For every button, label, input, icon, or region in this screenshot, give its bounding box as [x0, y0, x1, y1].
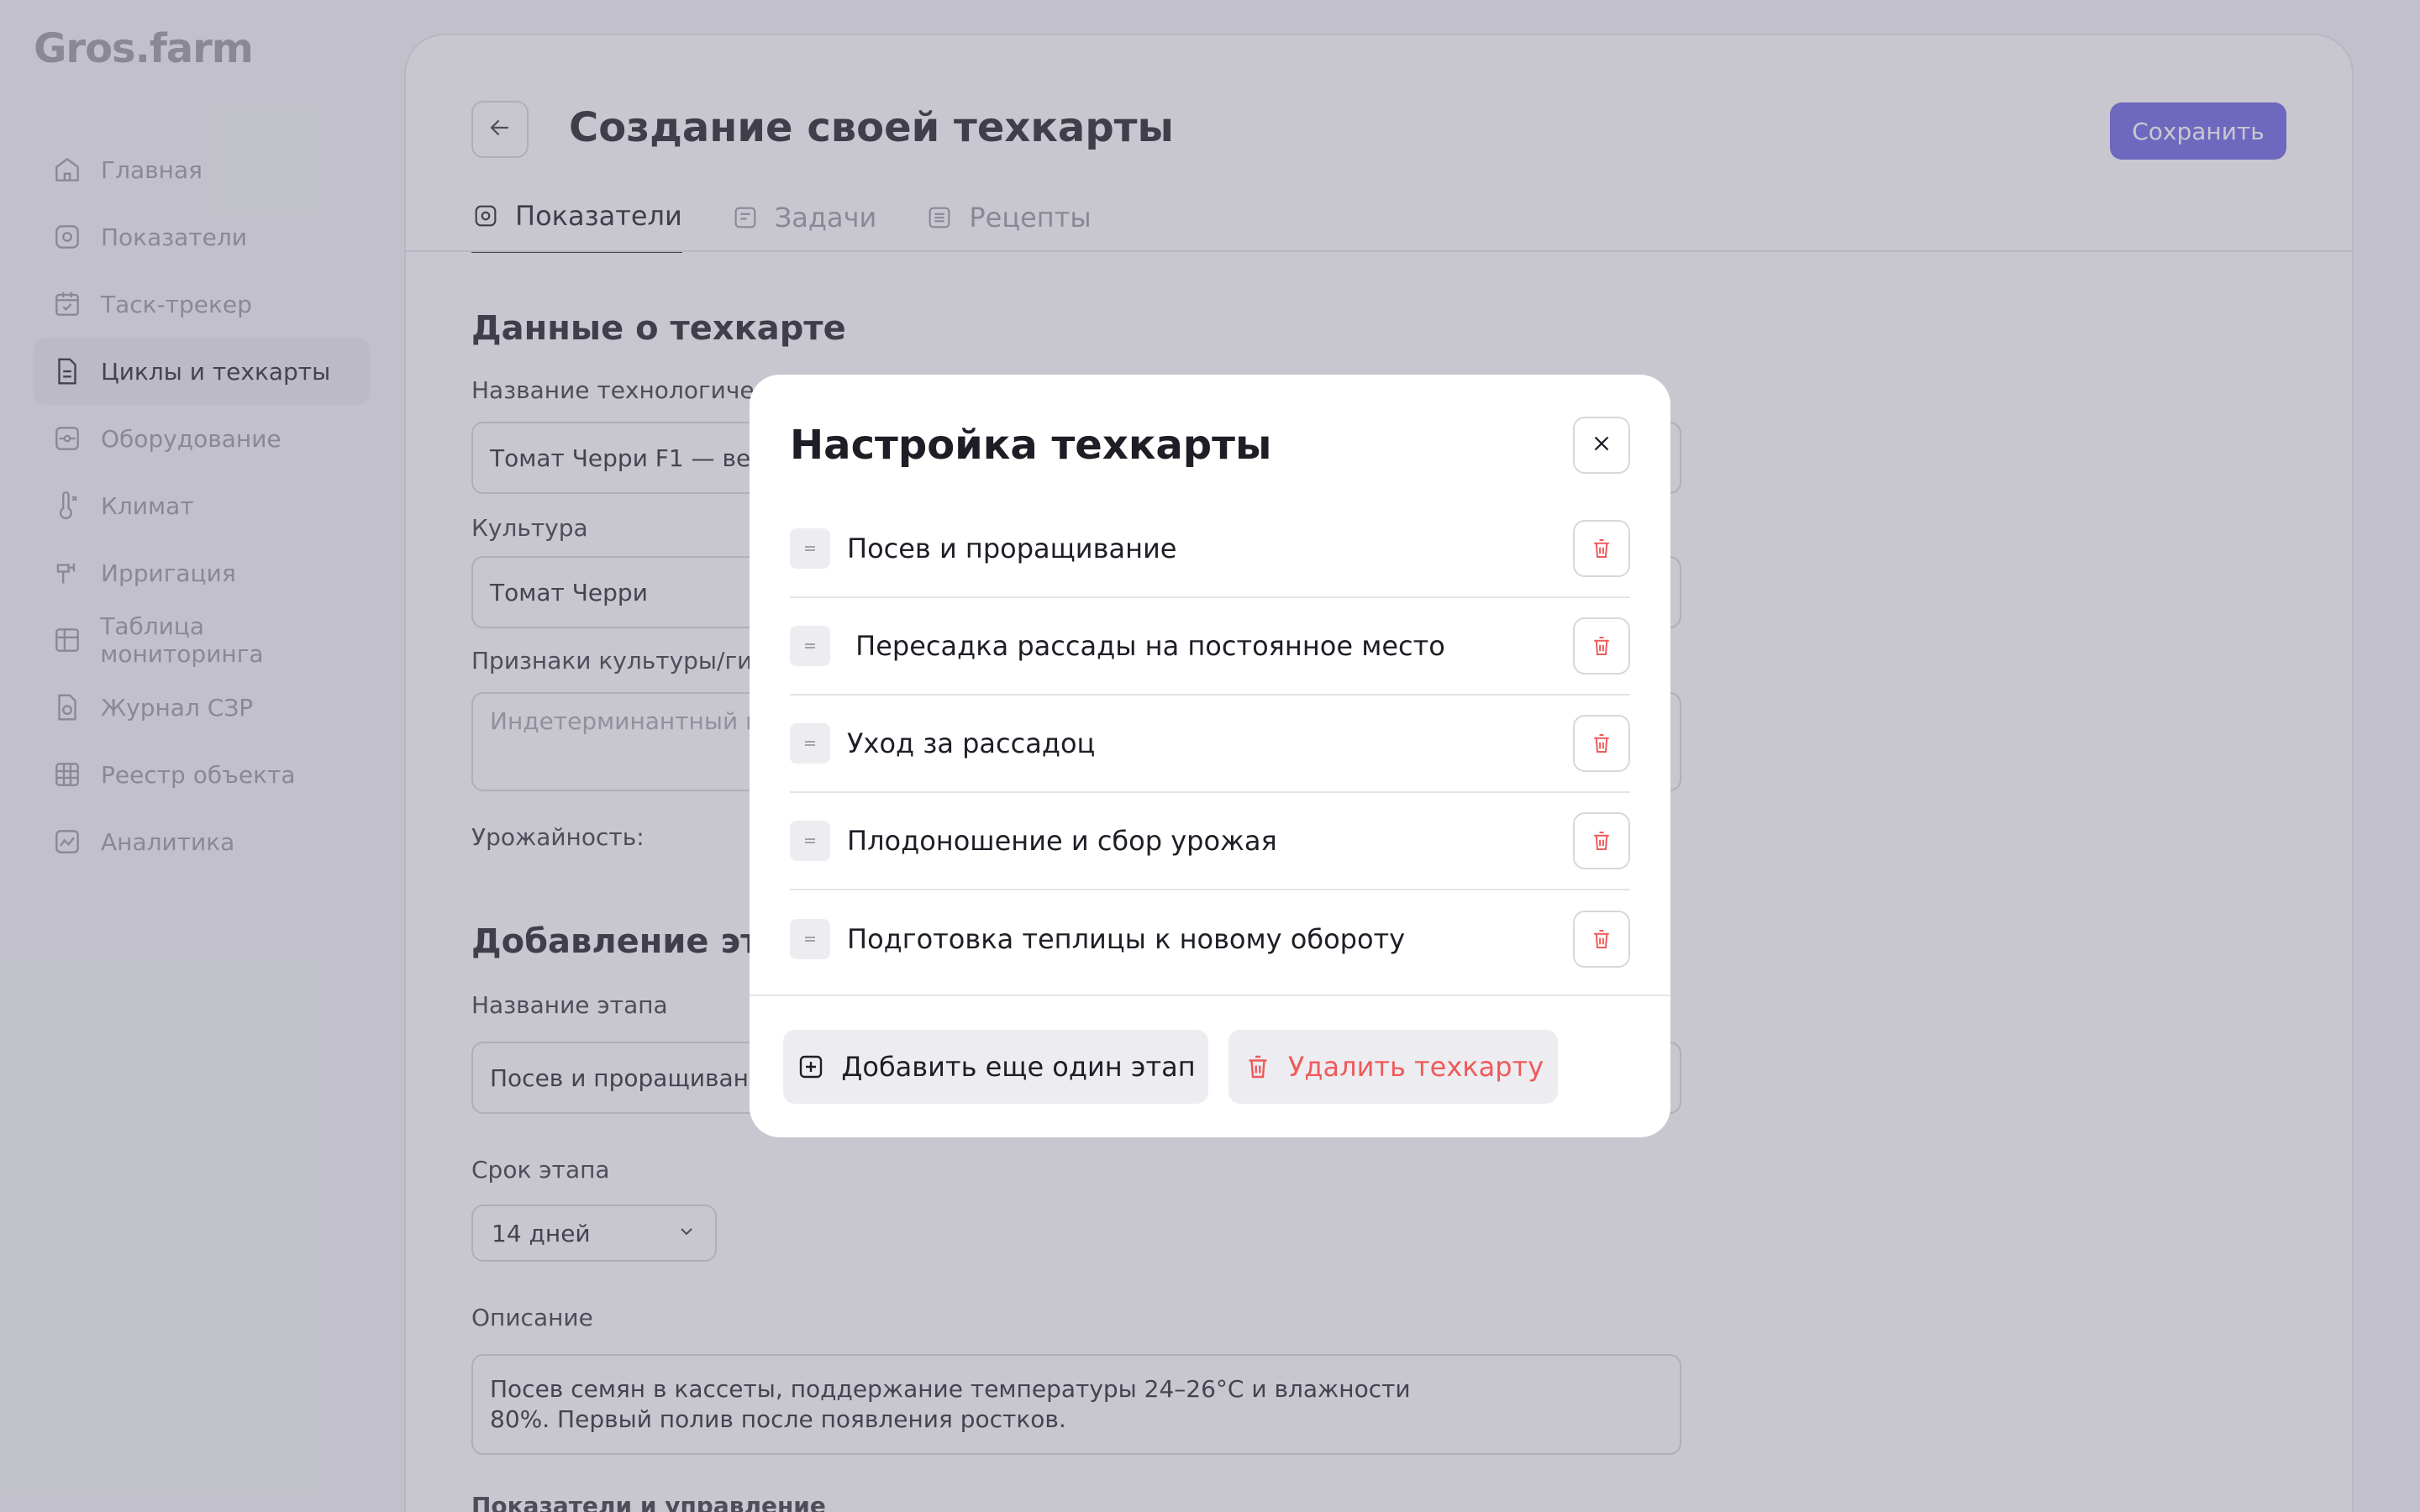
- close-icon: [1589, 431, 1614, 459]
- stage-label: Уход за рассадоц: [847, 727, 1096, 759]
- add-stage-label: Добавить еще один этап: [841, 1051, 1196, 1083]
- delete-stage-button[interactable]: [1573, 617, 1630, 675]
- delete-stage-button[interactable]: [1573, 715, 1630, 772]
- tech-card-settings-modal: Настройка техкарты Посев и проращивание …: [750, 375, 1670, 1137]
- trash-icon: [1249, 1055, 1267, 1079]
- stage-label: Посев и проращивание: [847, 533, 1177, 564]
- list-item: Плодоношение и сбор урожая: [790, 793, 1630, 890]
- trash-icon: [1594, 637, 1609, 655]
- plus-square-icon: [800, 1055, 823, 1079]
- stage-label: Пересадка рассады на постоянное место: [847, 630, 1445, 662]
- delete-stage-button[interactable]: [1573, 520, 1630, 577]
- trash-icon: [1594, 734, 1609, 753]
- drag-handle-icon[interactable]: [790, 528, 830, 569]
- list-item: Посев и проращивание: [790, 501, 1630, 598]
- drag-handle-icon[interactable]: [790, 626, 830, 666]
- stage-list: Посев и проращивание Пересадка рассады н…: [790, 501, 1630, 988]
- trash-icon: [1594, 539, 1609, 558]
- list-item: Подготовка теплицы к новому обороту: [790, 890, 1630, 988]
- list-item: Уход за рассадоц: [790, 696, 1630, 793]
- drag-handle-icon[interactable]: [790, 723, 830, 764]
- delete-stage-button[interactable]: [1573, 911, 1630, 968]
- trash-icon: [1594, 930, 1609, 948]
- trash-icon: [1594, 832, 1609, 850]
- close-button[interactable]: [1573, 417, 1630, 474]
- stage-label: Плодоношение и сбор урожая: [847, 825, 1277, 857]
- delete-stage-button[interactable]: [1573, 812, 1630, 869]
- drag-handle-icon[interactable]: [790, 821, 830, 861]
- drag-handle-icon[interactable]: [790, 919, 830, 959]
- add-stage-button[interactable]: Добавить еще один этап: [783, 1030, 1208, 1104]
- modal-title: Настройка техкарты: [790, 422, 1272, 469]
- stage-label: Подготовка теплицы к новому обороту: [847, 923, 1406, 955]
- delete-tech-card-button[interactable]: Удалить техкарту: [1228, 1030, 1558, 1104]
- delete-card-label: Удалить техкарту: [1287, 1051, 1544, 1083]
- list-item: Пересадка рассады на постоянное место: [790, 598, 1630, 696]
- modal-footer-divider: [750, 995, 1670, 996]
